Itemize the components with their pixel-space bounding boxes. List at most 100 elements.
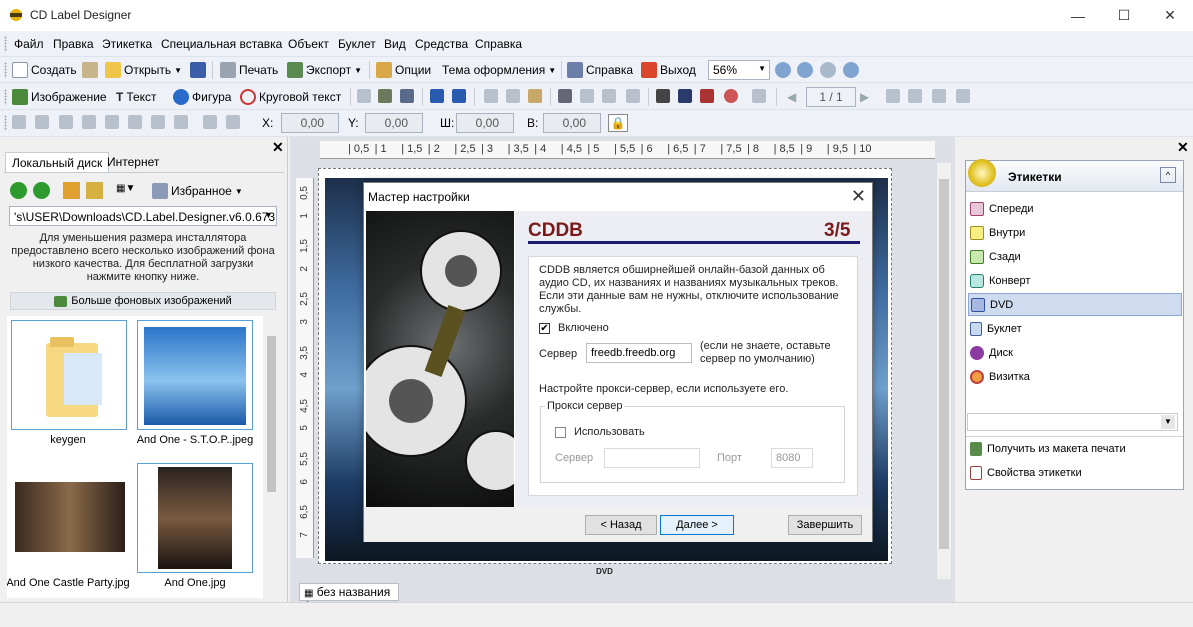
add-page-icon[interactable] <box>886 89 900 103</box>
next-button[interactable]: Далее > <box>660 515 734 535</box>
page-down-icon[interactable] <box>956 89 970 103</box>
layer-icon[interactable] <box>400 89 414 103</box>
distribute-h-icon[interactable] <box>151 115 165 129</box>
maximize-icon[interactable]: ☐ <box>1101 0 1147 31</box>
favorites-button[interactable]: Избранное ▼ <box>152 182 243 200</box>
menu-booklet[interactable]: Буклет <box>338 37 376 51</box>
open-button[interactable]: Открыть ▼ <box>105 61 182 79</box>
menu-tools[interactable]: Средства <box>415 37 468 51</box>
table-icon[interactable] <box>700 89 714 103</box>
zoom-fit-icon[interactable] <box>820 61 836 79</box>
label-item-business-card[interactable]: Визитка <box>968 367 1182 387</box>
send-back-icon[interactable] <box>226 115 240 129</box>
menu-view[interactable]: Вид <box>384 37 406 51</box>
path-field[interactable]: 's\USER\Downloads\CD.Label.Designer.v6.0… <box>9 206 277 226</box>
thumbnail-keygen[interactable] <box>11 320 127 430</box>
circular-text-button[interactable]: Круговой текст <box>240 88 341 106</box>
menu-special-insert[interactable]: Специальная вставка <box>161 37 282 51</box>
align-center-icon[interactable] <box>35 115 49 129</box>
next-page-icon[interactable]: ▶ <box>860 88 869 106</box>
insert-text-button[interactable]: T Текст <box>116 88 157 106</box>
create-button[interactable]: Создать <box>12 61 77 79</box>
insert-shape-button[interactable]: Фигура <box>173 88 231 106</box>
proxy-server-input[interactable] <box>604 448 700 468</box>
forward-icon[interactable] <box>33 182 50 199</box>
thumbnail-castle-party[interactable] <box>11 463 127 573</box>
align-bottom-icon[interactable] <box>128 115 142 129</box>
remove-page-icon[interactable] <box>908 89 922 103</box>
properties-icon[interactable] <box>378 89 392 103</box>
scrollbar-thumb[interactable] <box>939 179 949 549</box>
menu-file[interactable]: Файл <box>14 37 44 51</box>
paste-icon[interactable] <box>528 89 542 103</box>
label-item-disc[interactable]: Диск <box>968 343 1182 363</box>
back-icon[interactable] <box>10 182 27 199</box>
help-button[interactable]: Справка <box>567 61 633 79</box>
menu-label[interactable]: Этикетка <box>102 37 152 51</box>
distribute-v-icon[interactable] <box>174 115 188 129</box>
crop-icon[interactable] <box>580 89 594 103</box>
exit-button[interactable]: Выход <box>641 61 696 79</box>
zoom-in-icon[interactable] <box>775 61 791 79</box>
document-tab[interactable]: ▦ без названия 1 <box>299 583 399 613</box>
redo-icon[interactable] <box>452 89 466 103</box>
zoom-select[interactable]: 56% ▼ <box>708 60 770 80</box>
align-left-icon[interactable] <box>12 115 26 129</box>
home-icon[interactable] <box>63 182 80 199</box>
save-icon[interactable] <box>190 61 206 79</box>
align-icon[interactable] <box>752 89 766 103</box>
thumbnail-and-one[interactable] <box>137 463 253 573</box>
close-icon[interactable]: ✕ <box>1147 0 1193 31</box>
close-panel-icon[interactable]: ✕ <box>1177 139 1189 156</box>
label-item-envelope[interactable]: Конверт <box>968 271 1182 291</box>
menu-object[interactable]: Объект <box>288 37 329 51</box>
canvas-scrollbar[interactable] <box>937 163 951 579</box>
path-dropdown-icon[interactable]: ▼ <box>264 210 273 220</box>
lock-object-icon[interactable] <box>626 89 640 103</box>
cut-icon[interactable] <box>484 89 498 103</box>
server-input[interactable]: freedb.freedb.org <box>586 343 692 363</box>
collapse-icon[interactable]: ^ <box>1160 167 1176 183</box>
label-item-inside[interactable]: Внутри <box>968 223 1182 243</box>
get-from-print-layout-button[interactable]: Получить из макета печати <box>968 439 1182 459</box>
thumbnail-and-one-stop[interactable] <box>137 320 253 430</box>
proxy-port-input[interactable]: 8080 <box>771 448 813 468</box>
up-folder-icon[interactable] <box>86 182 103 199</box>
options-button[interactable]: Опции <box>376 61 431 79</box>
enabled-checkbox[interactable]: ✔ <box>539 323 550 334</box>
prev-page-icon[interactable]: ◀ <box>787 88 796 106</box>
close-panel-icon[interactable]: ✕ <box>272 139 284 156</box>
label-item-front[interactable]: Спереди <box>968 199 1182 219</box>
align-right-icon[interactable] <box>59 115 73 129</box>
use-proxy-checkbox[interactable] <box>555 427 566 438</box>
delete-icon[interactable] <box>357 89 371 103</box>
print-button[interactable]: Печать <box>220 61 278 79</box>
lock-icon[interactable]: 🔒 <box>608 114 628 132</box>
list-icon[interactable] <box>678 89 692 103</box>
menu-edit[interactable]: Правка <box>53 37 94 51</box>
more-backgrounds-button[interactable]: Больше фоновых изображений <box>10 292 276 310</box>
dialog-close-icon[interactable]: ✕ <box>851 186 866 207</box>
label-item-dvd[interactable]: DVD <box>968 293 1182 316</box>
height-input[interactable]: 0,00 <box>543 113 601 133</box>
align-top-icon[interactable] <box>82 115 96 129</box>
finish-button[interactable]: Завершить <box>788 515 862 535</box>
color-wheel-icon[interactable] <box>724 89 738 103</box>
scrollbar-thumb[interactable] <box>267 336 276 492</box>
export-button[interactable]: Экспорт ▼ <box>287 61 362 79</box>
copy-icon[interactable] <box>506 89 520 103</box>
zoom-page-icon[interactable] <box>843 61 859 79</box>
label-item-booklet[interactable]: Буклет <box>968 319 1182 339</box>
x-input[interactable]: 0,00 <box>281 113 339 133</box>
zoom-out-icon[interactable] <box>797 61 813 79</box>
thumbnail-scrollbar[interactable] <box>265 318 278 598</box>
label-size-select[interactable]: ▼ <box>967 413 1178 431</box>
theme-button[interactable]: Тема оформления ▼ <box>442 61 556 79</box>
menu-help[interactable]: Справка <box>475 37 522 51</box>
back-button[interactable]: < Назад <box>585 515 657 535</box>
y-input[interactable]: 0,00 <box>365 113 423 133</box>
undo-icon[interactable] <box>430 89 444 103</box>
select-all-icon[interactable] <box>558 89 572 103</box>
align-middle-icon[interactable] <box>105 115 119 129</box>
page-up-icon[interactable] <box>932 89 946 103</box>
